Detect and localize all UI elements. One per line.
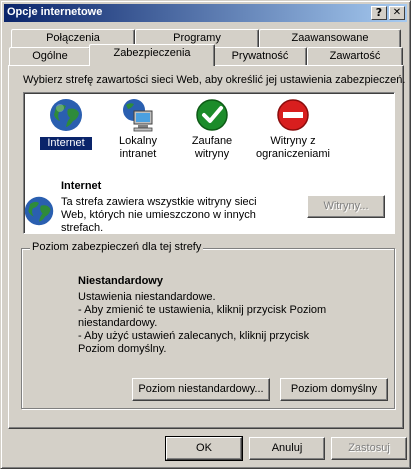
custom-level-button[interactable]: Poziom niestandardowy... <box>132 378 270 401</box>
zone-trusted-sites-label: Zaufane witryny <box>191 135 233 160</box>
zone-internet[interactable]: Internet <box>30 97 102 157</box>
zone-description: Ta strefa zawiera wszystkie witryny siec… <box>61 196 257 234</box>
zone-internet-label: Internet <box>39 136 93 151</box>
zone-local-intranet[interactable]: Lokalny intranet <box>102 97 174 169</box>
tab-zawartosc[interactable]: Zawartość <box>307 47 403 67</box>
sites-button[interactable]: Witryny... <box>307 195 385 218</box>
security-level-line2: - Aby zmienić te ustawienia, kliknij prz… <box>78 304 327 329</box>
security-level-line3: - Aby użyć ustawień zalecanych, kliknij … <box>78 330 310 355</box>
zone-restricted-sites-label: Witryny z ograniczeniami <box>256 135 330 160</box>
internet-options-dialog: Opcje internetowe ? ✕ Połączenia Program… <box>0 0 411 469</box>
apply-button[interactable]: Zastosuj <box>331 437 407 460</box>
security-level-group: Poziom zabezpieczeń dla tej strefy Niest… <box>21 241 395 409</box>
zone-trusted-sites[interactable]: Zaufane witryny <box>176 97 248 169</box>
globe-icon <box>50 99 82 131</box>
security-tab-panel: Wybierz strefę zawartości sieci Web, aby… <box>8 65 406 429</box>
security-level-line1: Ustawienia niestandardowe. <box>78 291 216 303</box>
restricted-no-entry-icon <box>277 99 309 131</box>
close-button[interactable]: ✕ <box>389 6 405 20</box>
zone-instruction: Wybierz strefę zawartości sieci Web, aby… <box>23 74 406 86</box>
help-button[interactable]: ? <box>371 6 387 20</box>
default-level-button[interactable]: Poziom domyślny <box>280 378 388 401</box>
intranet-computer-icon <box>123 99 153 132</box>
zone-local-intranet-label: Lokalny intranet <box>119 135 157 160</box>
title-bar[interactable]: Opcje internetowe ? ✕ <box>4 4 407 22</box>
security-level-group-label: Poziom zabezpieczeń dla tej strefy <box>30 241 204 253</box>
ok-button[interactable]: OK <box>166 437 242 460</box>
trusted-check-icon <box>196 99 228 131</box>
security-level-description: Ustawienia niestandardowe. - Aby zmienić… <box>78 291 348 356</box>
globe-icon <box>24 196 54 226</box>
window-title: Opcje internetowe <box>7 6 103 18</box>
tab-ogolne[interactable]: Ogólne <box>9 47 91 67</box>
zone-name: Internet <box>61 180 102 192</box>
cancel-button[interactable]: Anuluj <box>249 437 325 460</box>
tab-zabezpieczenia[interactable]: Zabezpieczenia <box>89 44 215 66</box>
zone-restricted-sites[interactable]: Witryny z ograniczeniami <box>250 97 336 169</box>
tab-prywatnosc[interactable]: Prywatność <box>213 47 307 67</box>
security-level-name: Niestandardowy <box>78 275 163 287</box>
tab-zaawansowane[interactable]: Zaawansowane <box>259 29 401 49</box>
